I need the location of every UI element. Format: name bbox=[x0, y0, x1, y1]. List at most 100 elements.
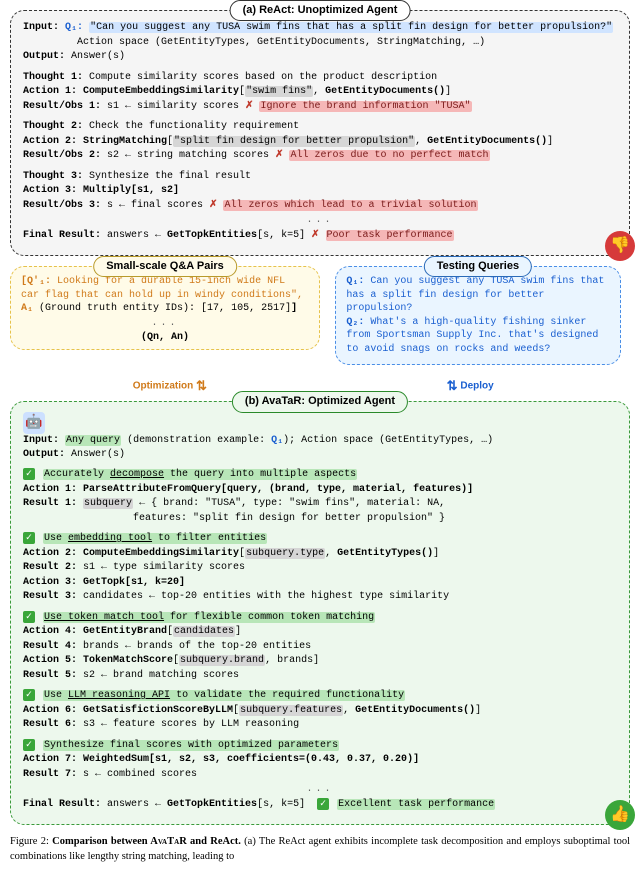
r1text: s1 ← similarity scores bbox=[107, 101, 239, 112]
b-r3text: candidates ← top-20 entities with the hi… bbox=[83, 591, 449, 602]
double-arrow-icon: ⇅ bbox=[196, 378, 207, 393]
avatar-title: (b) AvaTaR: Optimized Agent bbox=[232, 391, 408, 412]
r2err: All zeros due to no perfect match bbox=[289, 150, 489, 161]
b-a1: Action 1: ParseAttributeFromQuery[query,… bbox=[23, 483, 617, 497]
finalAerr: Poor task performance bbox=[326, 230, 454, 241]
b-a5arg2: brands bbox=[277, 655, 313, 666]
tq-q1: Q₁: bbox=[346, 276, 364, 287]
b-r1: Result 1: bbox=[23, 498, 77, 509]
check-icon: ✓ bbox=[23, 532, 35, 544]
check-icon: ✓ bbox=[317, 798, 329, 810]
qa-pair: (Qn, An) bbox=[21, 331, 309, 345]
check-icon: ✓ bbox=[23, 468, 35, 480]
middle-row: Small-scale Q&A Pairs [Q'₁: Looking for … bbox=[10, 266, 630, 375]
b-input-demo: (demonstration example: Q₁); Action spac… bbox=[127, 435, 493, 446]
b-final-text: answers ← GetTopkEntities[s, k=5] bbox=[107, 799, 305, 810]
tq-q1text: Can you suggest any TUSA swim fins that … bbox=[346, 276, 604, 314]
r3err: All zeros which lead to a trivial soluti… bbox=[223, 200, 477, 211]
b-r2text: s1 ← type similarity scores bbox=[83, 562, 245, 573]
react-panel: (a) ReAct: Unoptimized Agent Input: Q₁: … bbox=[10, 10, 630, 256]
b-r4: Result 4: bbox=[23, 641, 77, 652]
h2: Use embedding tool to filter entities bbox=[43, 533, 267, 544]
b-r5: Result 5: bbox=[23, 670, 77, 681]
b-r4text: brands ← brands of the top-20 entities bbox=[83, 641, 311, 652]
b-r6text: s3 ← feature scores by LLM reasoning bbox=[83, 719, 299, 730]
qa-title: Small-scale Q&A Pairs bbox=[93, 256, 237, 277]
double-arrow-icon: ⇅ bbox=[447, 378, 458, 393]
r2text: s2 ← string matching scores bbox=[107, 150, 269, 161]
check-icon: ✓ bbox=[23, 611, 35, 623]
b-a6arg2: GetEntityDocuments() bbox=[355, 705, 475, 716]
b-final: Final Result: bbox=[23, 799, 101, 810]
b-a7: Action 7: WeightedSum[s1, s2, s3, coeffi… bbox=[23, 753, 617, 767]
b-a4arg: candidates bbox=[173, 626, 235, 637]
t3: Thought 3: bbox=[23, 171, 83, 182]
b-a3: Action 3: GetTopk[s1, k=20] bbox=[23, 576, 617, 590]
b-r5text: s2 ← brand matching scores bbox=[83, 670, 239, 681]
finalAtext: answers ← GetTopkEntities[s, k=5] bbox=[107, 230, 305, 241]
x-icon: ✗ bbox=[209, 200, 217, 211]
tq-panel: Testing Queries Q₁: Can you suggest any … bbox=[335, 266, 620, 365]
optimization-label: Optimization bbox=[133, 381, 194, 392]
x-icon: ✗ bbox=[245, 101, 253, 112]
b-final-ok: Excellent task performance bbox=[337, 799, 495, 810]
tq-q2: Q₂: bbox=[346, 317, 364, 328]
input-q-id: Q₁: bbox=[65, 22, 83, 33]
t3text: Synthesize the final result bbox=[89, 171, 251, 182]
figure-caption: Figure 2: Comparison between AvaTaR and … bbox=[10, 835, 630, 864]
b-r1sub: subquery bbox=[83, 498, 133, 509]
b-a4: Action 4: GetEntityBrand bbox=[23, 626, 167, 637]
qa-panel: Small-scale Q&A Pairs [Q'₁: Looking for … bbox=[10, 266, 320, 350]
b-dots: ... bbox=[23, 782, 617, 798]
t2text: Check the functionality requirement bbox=[89, 121, 299, 132]
r1err: Ignore the brand information "TUSA" bbox=[259, 101, 471, 112]
b-r3: Result 3: bbox=[23, 591, 77, 602]
b-a5: Action 5: TokenMatchScore bbox=[23, 655, 173, 666]
a2: Action 2: StringMatching bbox=[23, 136, 167, 147]
b-a5arg: subquery.brand bbox=[179, 655, 265, 666]
dots: ... bbox=[23, 213, 617, 229]
h5: Synthesize final scores with optimized p… bbox=[43, 740, 339, 751]
thumbs-down-icon: 👎 bbox=[605, 231, 635, 261]
b-r7: Result 7: bbox=[23, 769, 77, 780]
b-output-label: Output: bbox=[23, 449, 65, 460]
tq-title: Testing Queries bbox=[424, 256, 532, 277]
thumbs-up-icon: 👍 bbox=[605, 800, 635, 830]
h3: Use token match tool for flexible common… bbox=[43, 612, 375, 623]
qa-qtext: Looking for a durable 15-inch wide NFL c… bbox=[21, 276, 303, 301]
b-a2arg1: subquery.type bbox=[245, 548, 325, 559]
tq-q2text: What's a high-quality fishing sinker fro… bbox=[346, 317, 598, 355]
caption-bold: Comparison between AvaTaR and ReAct. bbox=[52, 836, 241, 847]
r2: Result/Obs 2: bbox=[23, 150, 101, 161]
b-r2: Result 2: bbox=[23, 562, 77, 573]
b-a2: Action 2: ComputeEmbeddingSimilarity bbox=[23, 548, 239, 559]
b-r7text: s ← combined scores bbox=[83, 769, 197, 780]
r3: Result/Obs 3: bbox=[23, 200, 101, 211]
b-r6: Result 6: bbox=[23, 719, 77, 730]
avatar-panel: (b) AvaTaR: Optimized Agent 🤖 Input: Any… bbox=[10, 401, 630, 825]
input-label: Input: bbox=[23, 22, 59, 33]
r1: Result/Obs 1: bbox=[23, 101, 101, 112]
action-space: Action space (GetEntityTypes, GetEntityD… bbox=[23, 36, 617, 50]
output-text: Answer(s) bbox=[71, 51, 125, 62]
qa-a: A₁ bbox=[21, 303, 33, 314]
h4: Use LLM reasoning API to validate the re… bbox=[43, 690, 405, 701]
b-a2arg2: GetEntityTypes() bbox=[337, 548, 433, 559]
qa-q: [Q'₁: bbox=[21, 276, 51, 287]
a1arg2: GetEntityDocuments() bbox=[325, 86, 445, 97]
x-icon: ✗ bbox=[311, 230, 319, 241]
t2: Thought 2: bbox=[23, 121, 83, 132]
a1: Action 1: ComputeEmbeddingSimilarity bbox=[23, 86, 239, 97]
b-output-text: Answer(s) bbox=[71, 449, 125, 460]
b-r1text2: features: "split fin design for better p… bbox=[23, 512, 617, 526]
a3: Action 3: Multiply[s1, s2] bbox=[23, 184, 617, 198]
input-query-text: "Can you suggest any TUSA swim fins that… bbox=[89, 22, 613, 33]
check-icon: ✓ bbox=[23, 739, 35, 751]
b-r1text: ← { brand: "TUSA", type: "swim fins", ma… bbox=[139, 498, 445, 509]
t1: Thought 1: bbox=[23, 72, 83, 83]
qa-dots: ... bbox=[21, 316, 309, 332]
react-title: (a) ReAct: Unoptimized Agent bbox=[230, 0, 411, 21]
a2arg2: GetEntityDocuments() bbox=[427, 136, 547, 147]
b-input-query: Any query bbox=[65, 435, 121, 446]
r3text: s ← final scores bbox=[107, 200, 203, 211]
